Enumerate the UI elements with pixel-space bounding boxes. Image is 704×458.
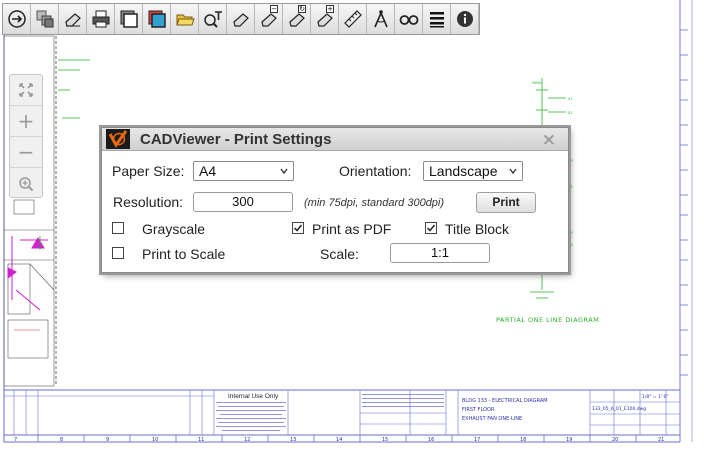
grid-number: 14 xyxy=(336,437,342,443)
zoom-extents-button[interactable] xyxy=(10,75,42,106)
grid-number: 18 xyxy=(520,437,526,443)
title-line-1: BLDG 133 - ELECTRICAL DIAGRAM xyxy=(462,398,547,404)
checkmark-icon xyxy=(293,224,303,232)
print-pdf-checkbox[interactable] xyxy=(292,222,304,234)
zoom-window-icon xyxy=(19,176,34,191)
scale-input[interactable]: 1:1 xyxy=(390,243,490,263)
orientation-label: Orientation: xyxy=(339,163,412,179)
chevron-down-icon xyxy=(280,168,288,175)
info-icon xyxy=(456,11,473,27)
resolution-label: Resolution: xyxy=(113,194,184,210)
page-remove-button[interactable]: − xyxy=(255,4,283,34)
remove-badge: − xyxy=(270,5,278,13)
print-settings-dialog: CADViewer - Print Settings × Paper Size:… xyxy=(101,127,569,273)
color-page-icon xyxy=(148,10,166,28)
search-text-button[interactable] xyxy=(199,4,227,34)
add-badge: + xyxy=(326,5,334,13)
sheet-scale: 1/8" = 1'-0" xyxy=(642,394,669,400)
title-block-checkbox[interactable] xyxy=(425,222,437,234)
zoom-in-button[interactable]: + xyxy=(10,106,42,137)
zoom-window-button[interactable] xyxy=(10,168,42,199)
svg-text:PANEL: PANEL xyxy=(532,81,543,85)
fit-extents-icon xyxy=(19,83,33,97)
open-file-button[interactable] xyxy=(171,4,199,34)
page-view-icon xyxy=(120,10,138,28)
eraser-icon xyxy=(64,13,81,27)
grayscale-checkbox[interactable] xyxy=(112,222,124,234)
print-button[interactable]: Print xyxy=(476,192,536,213)
paper-size-value: A4 xyxy=(199,163,217,179)
page-icon xyxy=(232,13,249,27)
grayscale-label: Grayscale xyxy=(142,221,206,237)
grid-number: 16 xyxy=(428,437,434,443)
orientation-value: Landscape xyxy=(429,163,498,179)
binoculars-button[interactable] xyxy=(395,4,423,34)
grid-number: 10 xyxy=(152,437,158,443)
grid-number: 19 xyxy=(566,437,572,443)
print-to-scale-label: Print to Scale xyxy=(142,246,226,262)
svg-text:X2: X2 xyxy=(568,111,573,115)
grid-number: 8 xyxy=(60,437,63,443)
paper-size-label: Paper Size: xyxy=(112,163,185,179)
chevron-down-icon xyxy=(509,168,517,175)
clear-button[interactable] xyxy=(59,4,87,34)
page-view-button[interactable] xyxy=(115,4,143,34)
refresh-badge: ↻ xyxy=(298,5,306,13)
dialog-header[interactable]: CADViewer - Print Settings × xyxy=(102,128,568,151)
print-to-scale-checkbox[interactable] xyxy=(112,247,124,259)
grid-number: 11 xyxy=(198,437,204,443)
page-refresh-button[interactable]: ↻ xyxy=(283,4,311,34)
grid-number: 17 xyxy=(474,437,480,443)
checkmark-icon xyxy=(426,224,436,232)
dialog-title: CADViewer - Print Settings xyxy=(140,130,332,148)
info-button[interactable] xyxy=(451,4,479,34)
close-icon[interactable]: × xyxy=(542,130,556,150)
zoom-panel: + − xyxy=(9,74,43,198)
cadviewer-logo-icon xyxy=(106,129,130,149)
menu-button[interactable] xyxy=(423,4,451,34)
zoom-out-icon: − xyxy=(17,140,35,164)
layers-button[interactable] xyxy=(31,4,59,34)
scale-label: Scale: xyxy=(320,246,359,262)
grid-number: 20 xyxy=(612,437,618,443)
open-folder-icon xyxy=(175,14,195,26)
binoculars-icon xyxy=(399,15,418,25)
menu-icon xyxy=(429,12,444,28)
zoom-in-icon: + xyxy=(17,109,35,133)
print-pdf-label: Print as PDF xyxy=(312,221,392,237)
grid-number: 7 xyxy=(14,437,17,443)
measure-icon xyxy=(343,10,362,28)
toolbar: − ↻ + xyxy=(2,3,480,35)
print-icon xyxy=(92,10,109,28)
navigate-icon xyxy=(7,10,26,28)
measure-button[interactable] xyxy=(339,4,367,34)
print-button[interactable] xyxy=(87,4,115,34)
resolution-hint: (min 75dpi, standard 300dpi) xyxy=(304,197,445,209)
compass-icon xyxy=(373,10,388,28)
diagram-label: PARTIAL ONE LINE DIAGRAM xyxy=(496,316,599,324)
title-line-3: EXHAUST FAN ONE-LINE xyxy=(462,416,522,422)
page-add-button[interactable]: + xyxy=(311,4,339,34)
page-button[interactable] xyxy=(227,4,255,34)
svg-text:X1: X1 xyxy=(568,97,573,101)
color-page-button[interactable] xyxy=(143,4,171,34)
grid-number: 12 xyxy=(244,437,250,443)
grid-number: 9 xyxy=(106,437,109,443)
internal-use-label: Internal Use Only xyxy=(228,393,279,400)
resolution-input[interactable]: 300 xyxy=(193,192,293,212)
search-text-icon xyxy=(203,11,222,28)
grid-number: 13 xyxy=(290,437,296,443)
sheet-file: 133_05_6_01_E100.dwg xyxy=(592,406,646,412)
compass-button[interactable] xyxy=(367,4,395,34)
orientation-select[interactable]: Landscape xyxy=(423,161,523,181)
grid-number: 15 xyxy=(382,437,388,443)
layers-icon xyxy=(36,10,53,28)
paper-size-select[interactable]: A4 xyxy=(193,161,294,181)
grid-number: 21 xyxy=(658,437,664,443)
navigate-button[interactable] xyxy=(3,4,31,34)
title-block-label: Title Block xyxy=(445,221,510,237)
title-line-2: FIRST FLOOR xyxy=(462,407,495,413)
zoom-out-button[interactable]: − xyxy=(10,137,42,168)
